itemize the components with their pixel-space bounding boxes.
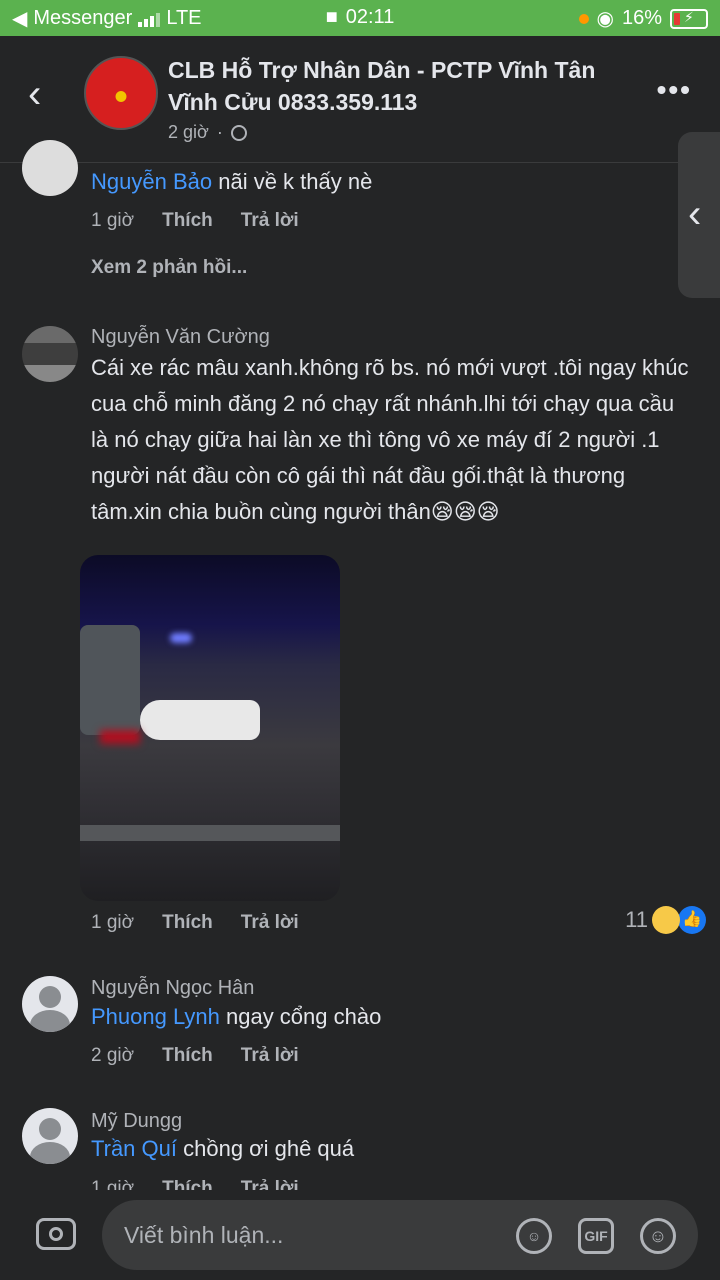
mention-link[interactable]: Nguyễn Bảo (91, 169, 212, 194)
mic-indicator-icon (578, 13, 589, 24)
rotation-lock-icon: ◉ (596, 8, 614, 30)
battery-icon: ⚡ (670, 8, 708, 29)
emoji-icon[interactable]: ☺ (640, 1218, 676, 1254)
avatar[interactable] (22, 140, 78, 196)
page-title[interactable]: CLB Hỗ Trợ Nhân Dân - PCTP Vĩnh Tân Vĩnh… (168, 54, 648, 118)
camera-indicator-icon: ■ (325, 6, 338, 28)
like-reaction-icon: 👍 (678, 906, 706, 934)
comment-time: 1 giờ (91, 210, 135, 231)
comment-photo[interactable] (80, 555, 340, 901)
camera-icon[interactable] (36, 1218, 76, 1250)
status-bar: ◀ Messenger LTE ■ 02:11 ◉ 16% ⚡ (0, 0, 720, 36)
globe-icon (230, 124, 247, 141)
comment-text: Phuong Lynh ngay cổng chào (91, 1004, 382, 1029)
avatar[interactable] (22, 976, 78, 1032)
comment-composer: ☺ GIF ☺ (0, 1190, 720, 1280)
comment-input-container[interactable]: ☺ GIF ☺ (102, 1200, 698, 1270)
comment-author[interactable]: Mỹ Dungg (91, 1110, 182, 1133)
comment-text: Nguyễn Bảo nãi về k thấy nè (91, 169, 373, 194)
comment-text: Trần Quí chồng ơi ghê quá (91, 1136, 355, 1161)
reactions-summary[interactable]: 11 👍 (625, 906, 706, 934)
comment-time: 1 giờ (91, 912, 135, 933)
comment-author[interactable]: Nguyễn Ngọc Hân (91, 977, 254, 1000)
see-replies-link[interactable]: Xem 2 phản hồi... (91, 257, 247, 279)
clock: 02:11 (345, 6, 395, 28)
post-time: 2 giờ (168, 122, 209, 142)
like-button[interactable]: Thích (162, 912, 213, 934)
mention-link[interactable]: Trần Quí (91, 1136, 177, 1161)
reply-button[interactable]: Trả lời (241, 210, 299, 232)
post-header: ‹ CLB Hỗ Trợ Nhân Dân - PCTP Vĩnh Tân Vĩ… (0, 36, 720, 163)
avatar-sticker-icon[interactable]: ☺ (516, 1218, 552, 1254)
page-avatar[interactable] (84, 56, 158, 130)
comment-actions: 2 giờ Thích Trả lời (91, 1045, 299, 1067)
comment-input[interactable] (122, 1214, 486, 1256)
comment-actions: 1 giờ Thích Trả lời (91, 912, 299, 934)
like-button[interactable]: Thích (162, 210, 213, 232)
battery-label: 16% (621, 7, 662, 29)
back-icon[interactable]: ‹ (28, 72, 41, 117)
more-icon[interactable]: ••• (657, 74, 692, 106)
comment-text: Cái xe rác mâu xanh.không rõ bs. nó mới … (91, 355, 689, 524)
comment-author[interactable]: Nguyễn Văn Cường (91, 326, 270, 349)
post-meta: 2 giờ · (168, 122, 247, 143)
comment-actions: 1 giờ Thích Trả lời (91, 210, 299, 232)
avatar[interactable] (22, 1108, 78, 1164)
mention-link[interactable]: Phuong Lynh (91, 1004, 220, 1029)
reply-button[interactable]: Trả lời (241, 912, 299, 934)
reaction-count: 11 (625, 907, 648, 932)
gif-icon[interactable]: GIF (578, 1218, 614, 1254)
side-panel-handle[interactable]: ‹ (678, 132, 720, 298)
like-button[interactable]: Thích (162, 1045, 213, 1067)
comment-time: 2 giờ (91, 1045, 135, 1066)
sad-reaction-icon (652, 906, 680, 934)
reply-button[interactable]: Trả lời (241, 1045, 299, 1067)
avatar[interactable] (22, 326, 78, 382)
